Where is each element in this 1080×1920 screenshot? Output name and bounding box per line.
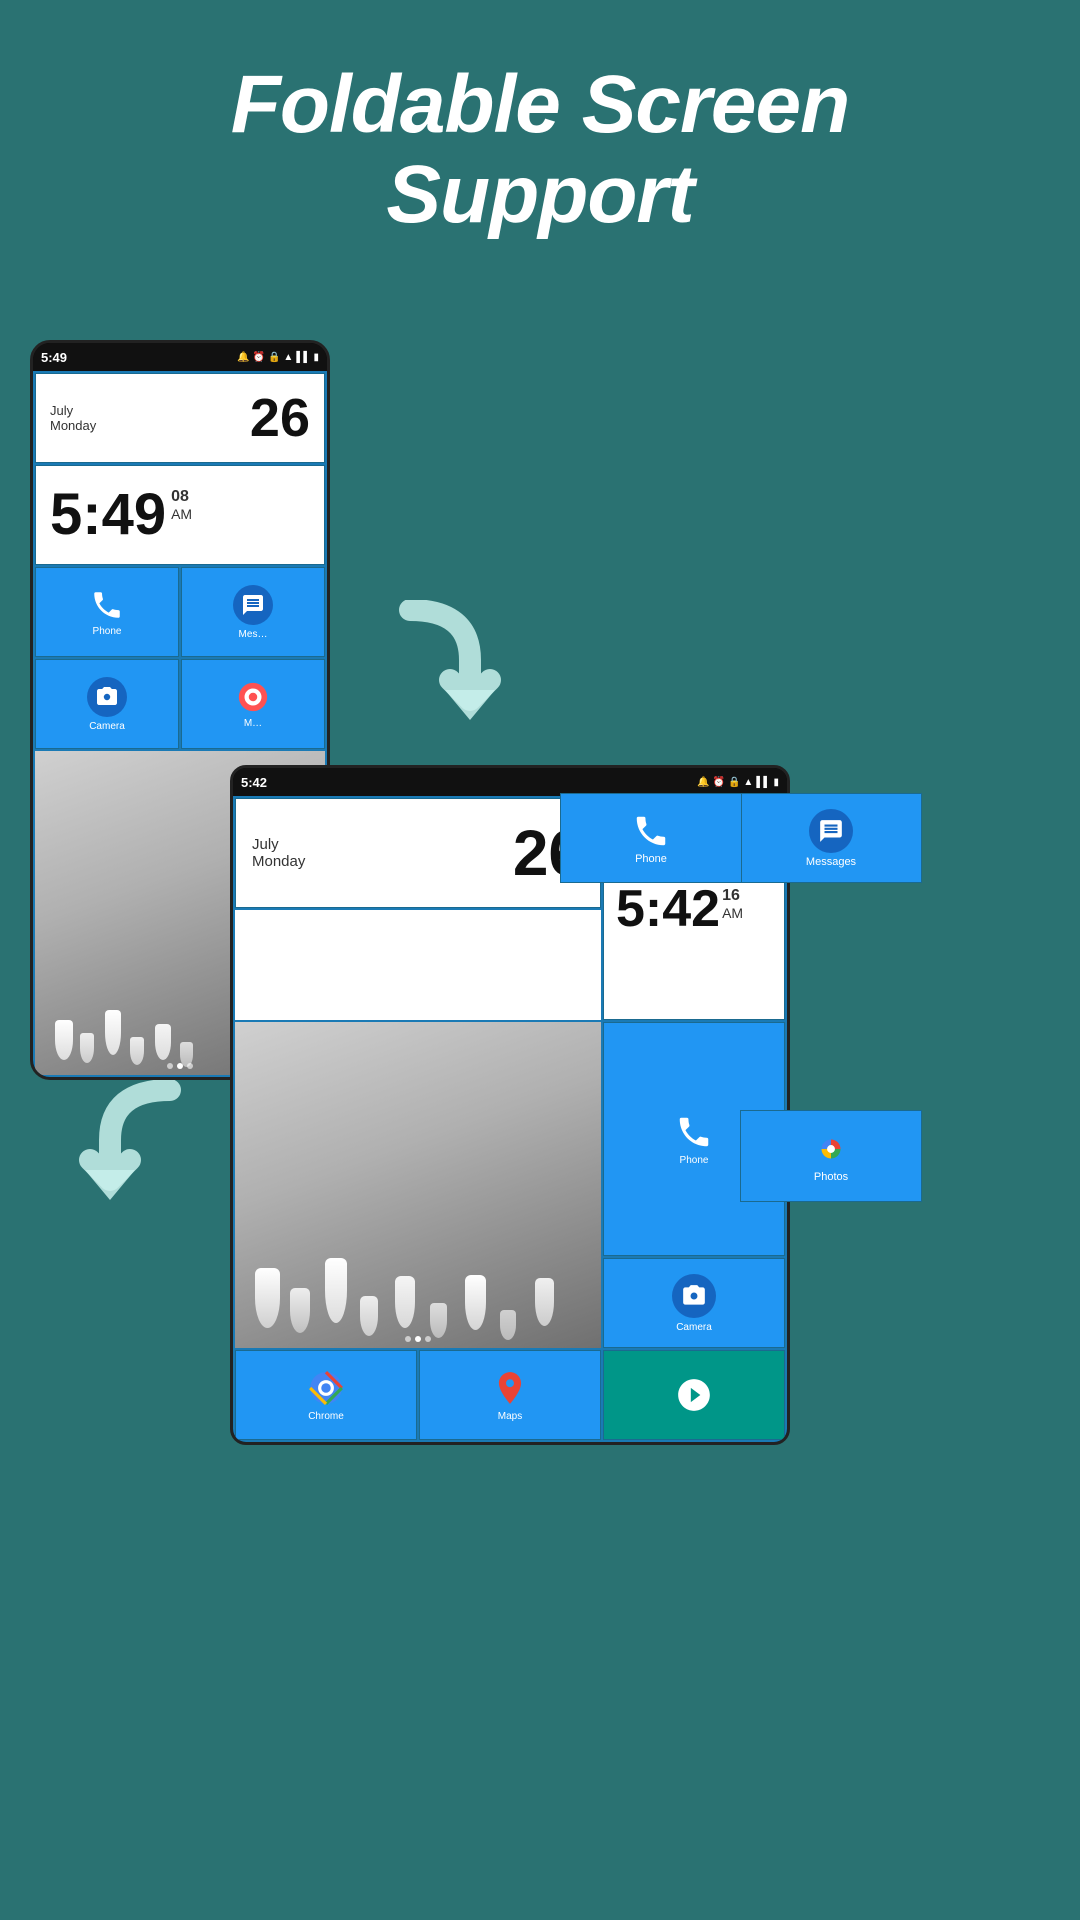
large-phone-phone-overlay-tile[interactable]: Phone: [560, 793, 742, 883]
small-phone-calendar-text: July Monday: [50, 403, 96, 433]
small-phone-clock-seconds: 08: [171, 488, 192, 506]
clock-icon: ⏰: [253, 352, 265, 363]
large-phone-clock-seconds: 16: [722, 887, 743, 905]
large-dot-2-active: [415, 1336, 421, 1342]
large-phone-photos-tile[interactable]: Photos: [740, 1110, 922, 1202]
maps-mini-icon: [236, 680, 270, 714]
small-phone-status-icons: 🔔 ⏰ 🔒 ▲ ▌▌ ▮: [237, 352, 319, 363]
dot-3: [187, 1063, 193, 1069]
large-phone-icon: [675, 1113, 713, 1151]
small-phone-dots: [167, 1063, 193, 1069]
large-wifi-icon: ▲: [743, 777, 753, 788]
large-phone-calendar-tile: July Monday 26: [235, 798, 601, 908]
large-dot-1: [405, 1336, 411, 1342]
large-phone-weekday: Monday: [252, 853, 305, 870]
large-phone-phone-label: Phone: [680, 1155, 709, 1166]
small-phone-status-bar: 5:49 🔔 ⏰ 🔒 ▲ ▌▌ ▮: [33, 343, 327, 371]
large-messages-icon: [818, 818, 844, 844]
large-phone-teal-tile[interactable]: [603, 1350, 785, 1440]
large-alarm-icon: 🔔: [697, 777, 709, 788]
small-phone-clock-time: 5:49: [50, 486, 166, 544]
small-phone-clock-tile: 5:49 08 AM: [35, 465, 325, 565]
large-phone-calendar-extended: [235, 910, 601, 1020]
large-maps-icon: [491, 1369, 529, 1407]
small-phone-weekday: Monday: [50, 418, 96, 433]
small-phone-month: July: [50, 403, 96, 418]
small-phone-maps-tile[interactable]: M…: [181, 659, 325, 749]
signal-icon: ▌▌: [296, 352, 310, 363]
small-phone-day: 26: [250, 391, 310, 445]
small-phone-status-time: 5:49: [41, 350, 67, 365]
large-phone-status-icons: 🔔 ⏰ 🔒 ▲ ▌▌ ▮: [697, 777, 779, 788]
small-phone-messages-label: Mes…: [239, 629, 268, 640]
large-phone-photos-label: Photos: [814, 1171, 848, 1183]
wifi-icon: ▲: [283, 352, 293, 363]
page-title: Foldable Screen Support: [0, 0, 1080, 280]
large-phone-camera-tile[interactable]: Camera: [603, 1258, 785, 1348]
small-phone-clock-period: AM: [171, 506, 192, 522]
small-phone-messages-tile[interactable]: Mes…: [181, 567, 325, 657]
teal-app-icon: [675, 1376, 713, 1414]
large-phone-month: July: [252, 836, 305, 853]
large-phone-chrome-tile[interactable]: Chrome: [235, 1350, 417, 1440]
large-lock-icon: 🔒: [728, 777, 740, 788]
large-phone-photo-tile: [235, 1022, 601, 1348]
lock-icon: 🔒: [268, 352, 280, 363]
large-phone-clock-time: 5:42: [616, 883, 720, 935]
large-battery-icon: ▮: [773, 777, 779, 788]
large-phone-messages-label-overlay: Messages: [806, 856, 856, 868]
large-phone-status-bar: 5:42 🔔 ⏰ 🔒 ▲ ▌▌ ▮: [233, 768, 787, 796]
small-phone-maps-label: M…: [244, 718, 262, 729]
dot-2-active: [177, 1063, 183, 1069]
alarm-icon: 🔔: [237, 352, 249, 363]
dot-1: [167, 1063, 173, 1069]
phone-icon: [90, 588, 124, 622]
large-phone-status-time: 5:42: [241, 775, 267, 790]
arrow-right-down-icon: [390, 600, 510, 730]
large-phone-chrome-label: Chrome: [308, 1411, 344, 1422]
large-phone-dots: [405, 1336, 431, 1342]
chrome-icon: [307, 1369, 345, 1407]
small-phone-phone-label: Phone: [93, 626, 122, 637]
large-clock-icon: ⏰: [713, 777, 725, 788]
camera-icon: [95, 685, 119, 709]
small-phone-camera-tile[interactable]: Camera: [35, 659, 179, 749]
large-phone-phone-icon-overlay: [632, 812, 670, 850]
small-phone-phone-tile[interactable]: Phone: [35, 567, 179, 657]
large-phone-maps-tile[interactable]: Maps: [419, 1350, 601, 1440]
large-phone-camera-label: Camera: [676, 1322, 712, 1333]
large-phone-phone-label-overlay: Phone: [635, 853, 667, 865]
messages-icon: [241, 593, 265, 617]
photos-icon: [812, 1130, 850, 1168]
small-phone-camera-label: Camera: [89, 721, 125, 732]
large-dot-3: [425, 1336, 431, 1342]
large-phone-calendar-text: July Monday: [252, 836, 305, 870]
battery-icon: ▮: [313, 352, 319, 363]
large-camera-icon: [681, 1283, 707, 1309]
large-signal-icon: ▌▌: [756, 777, 770, 788]
large-phone-maps-label: Maps: [498, 1411, 522, 1422]
large-phone-clock-period: AM: [722, 905, 743, 921]
arrow-left-up-icon: [60, 1080, 190, 1210]
large-phone-messages-overlay-tile[interactable]: Messages: [740, 793, 922, 883]
small-phone-calendar-tile: July Monday 26: [35, 373, 325, 463]
